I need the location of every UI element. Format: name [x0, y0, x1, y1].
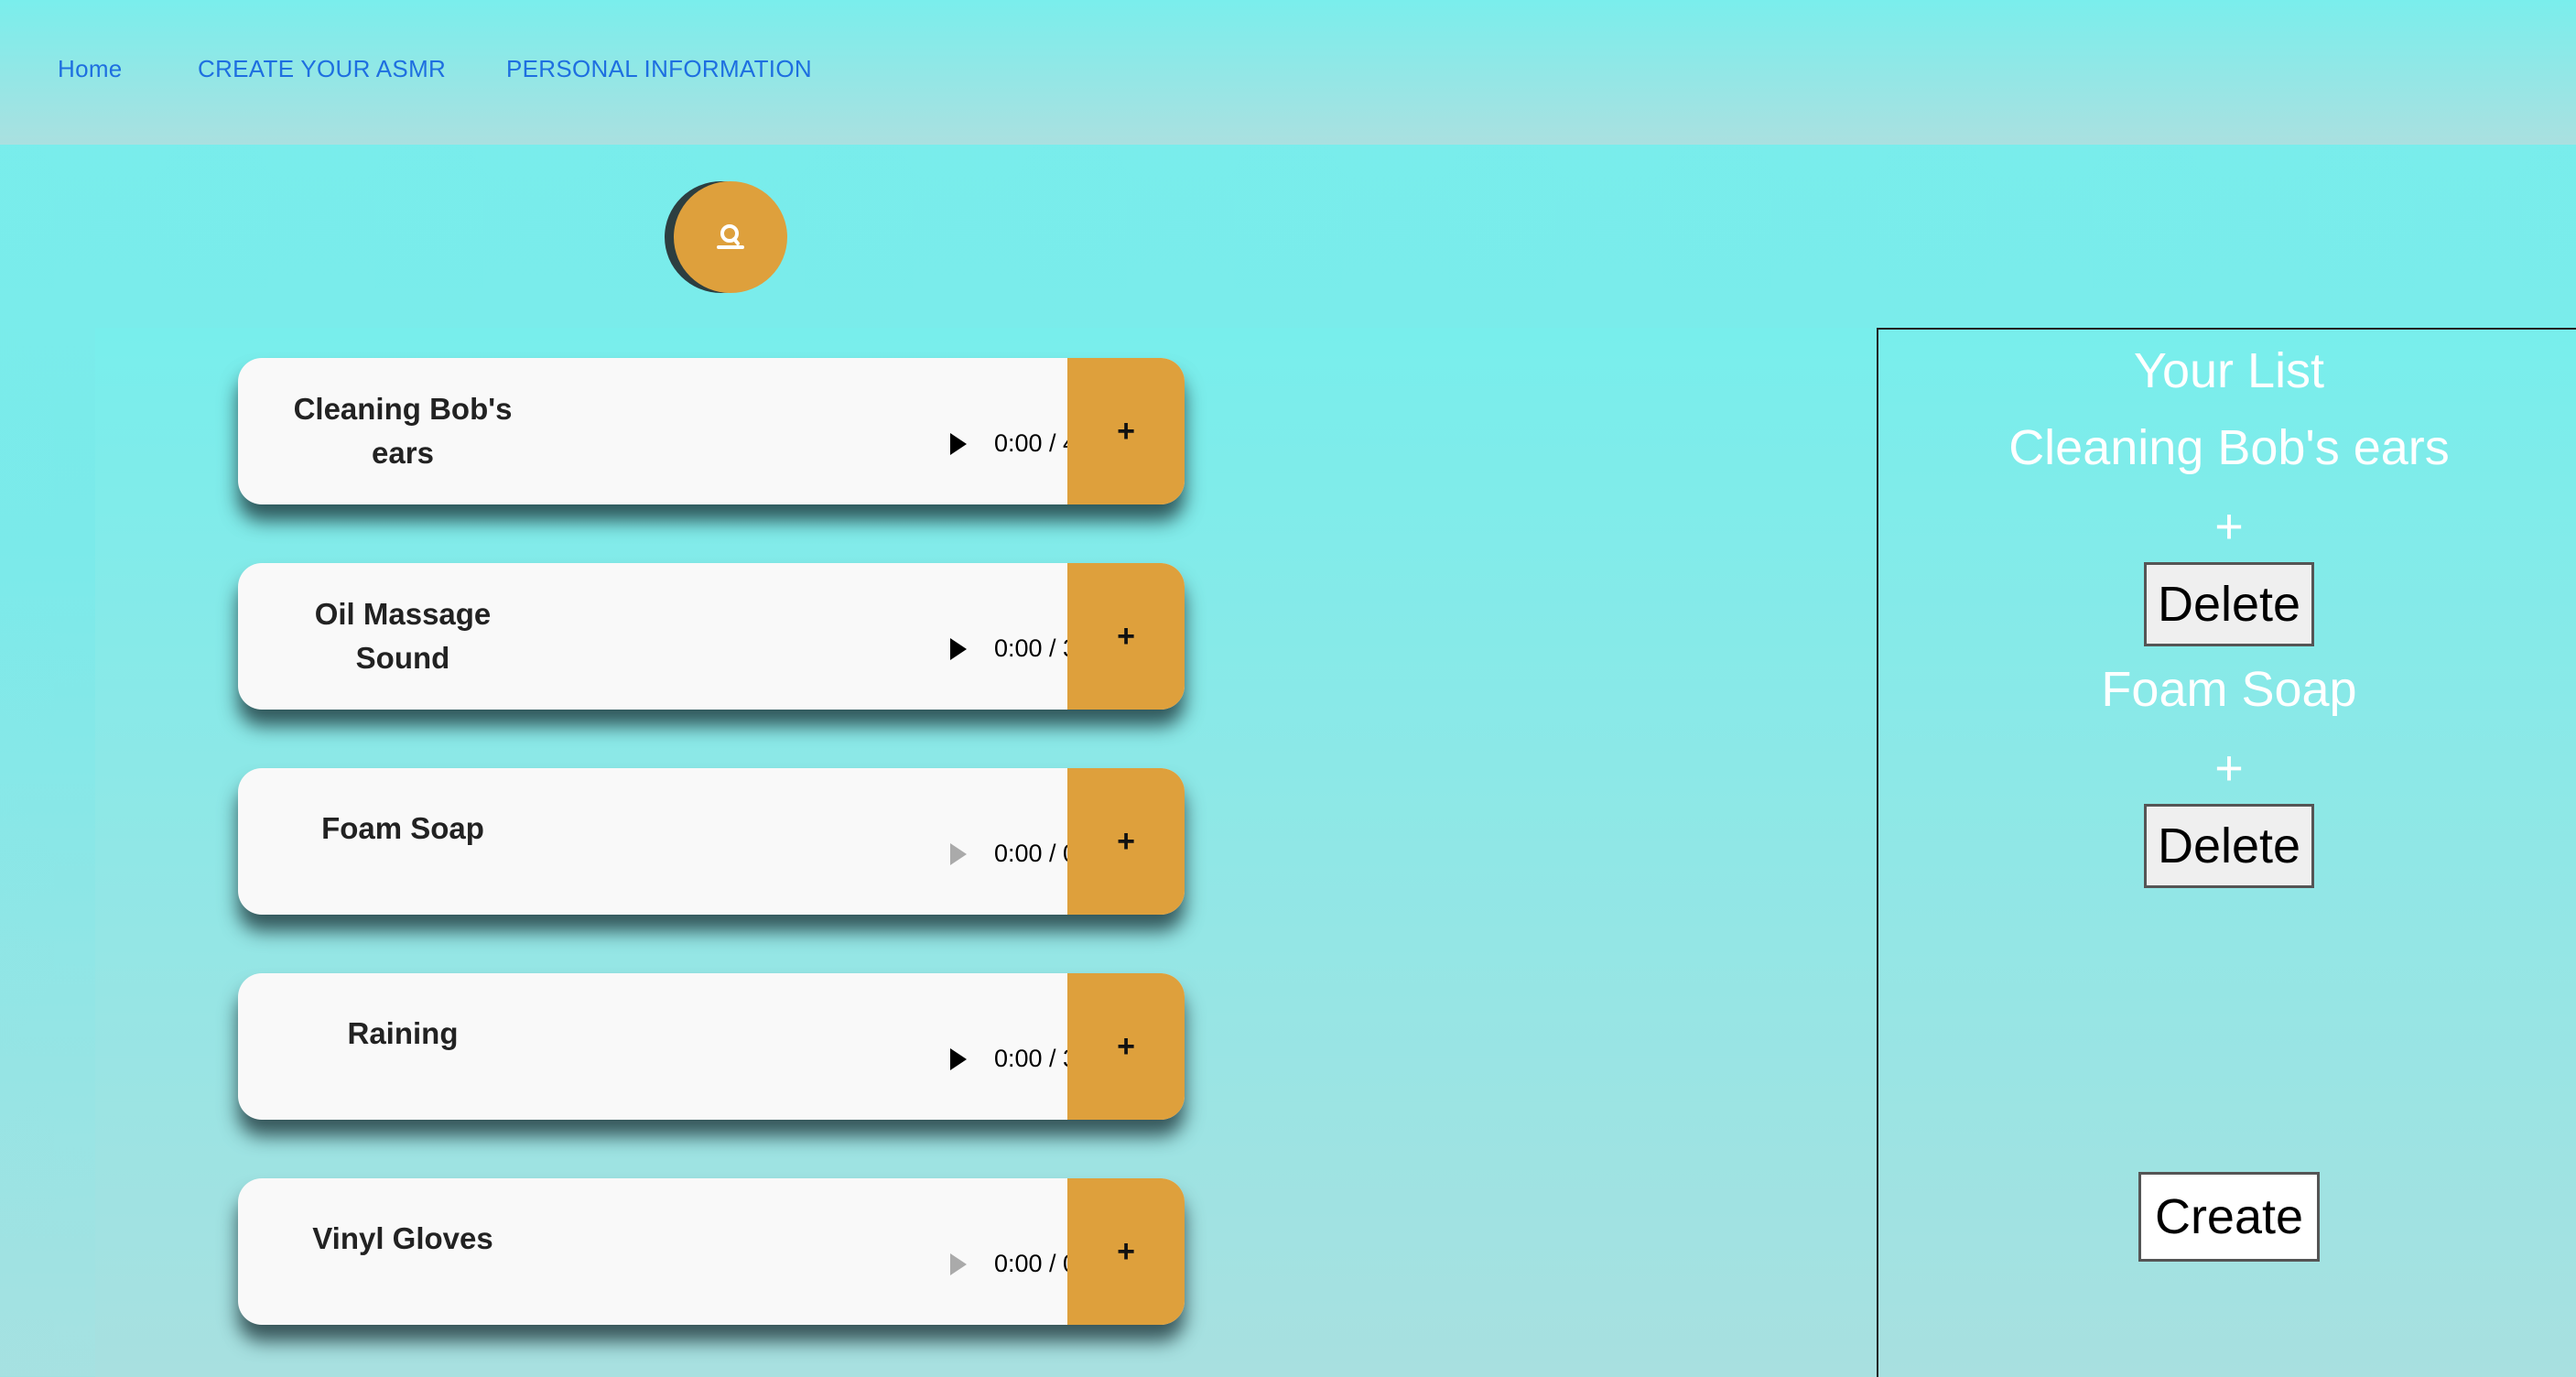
- create-button[interactable]: Create: [2138, 1172, 2320, 1262]
- nav-home-link[interactable]: Home: [58, 55, 123, 83]
- sound-title: Cleaning Bob's ears: [293, 392, 513, 470]
- sound-title: Foam Soap: [321, 811, 484, 845]
- add-to-list-button[interactable]: +: [1067, 973, 1185, 1120]
- add-to-list-button[interactable]: +: [1067, 1178, 1185, 1325]
- top-navigation: Home CREATE YOUR ASMR PERSONAL INFORMATI…: [0, 0, 2576, 145]
- add-to-list-button[interactable]: +: [1067, 358, 1185, 504]
- nav-create-asmr-link[interactable]: CREATE YOUR ASMR: [198, 55, 446, 83]
- play-icon[interactable]: [950, 843, 967, 865]
- nav-personal-information-link[interactable]: PERSONAL INFORMATION: [506, 55, 812, 83]
- delete-button[interactable]: Delete: [2144, 804, 2314, 888]
- list-item-plus: +: [2214, 741, 2244, 796]
- play-icon[interactable]: [950, 433, 967, 455]
- search-icon: [717, 224, 744, 249]
- add-to-list-button[interactable]: +: [1067, 768, 1185, 915]
- play-icon[interactable]: [950, 1048, 967, 1070]
- delete-button[interactable]: Delete: [2144, 562, 2314, 646]
- list-item-name: Cleaning Bob's ears: [2008, 420, 2450, 475]
- play-icon[interactable]: [950, 638, 967, 660]
- sound-card: Cleaning Bob's ears 0:00 / 4:00 +: [238, 358, 1185, 504]
- sound-card: Vinyl Gloves 0:00 / 0:00 +: [238, 1178, 1185, 1325]
- sound-card: Foam Soap 0:00 / 0:00 +: [238, 768, 1185, 915]
- your-list-heading: Your List: [2133, 343, 2325, 398]
- sound-card: Raining 0:00 / 3:25 +: [238, 973, 1185, 1120]
- list-item-plus: +: [2214, 499, 2244, 554]
- sound-title: Oil Massage Sound: [314, 597, 492, 675]
- sound-title: Vinyl Gloves: [312, 1221, 493, 1255]
- your-list-panel: Your List Cleaning Bob's ears + Delete F…: [1877, 328, 2576, 1377]
- sound-card: Oil Massage Sound 0:00 / 3:09 +: [238, 563, 1185, 710]
- play-icon[interactable]: [950, 1253, 967, 1275]
- sound-title: Raining: [347, 1016, 459, 1050]
- add-to-list-button[interactable]: +: [1067, 563, 1185, 710]
- search-button[interactable]: [674, 181, 787, 293]
- list-item-name: Foam Soap: [2101, 662, 2357, 717]
